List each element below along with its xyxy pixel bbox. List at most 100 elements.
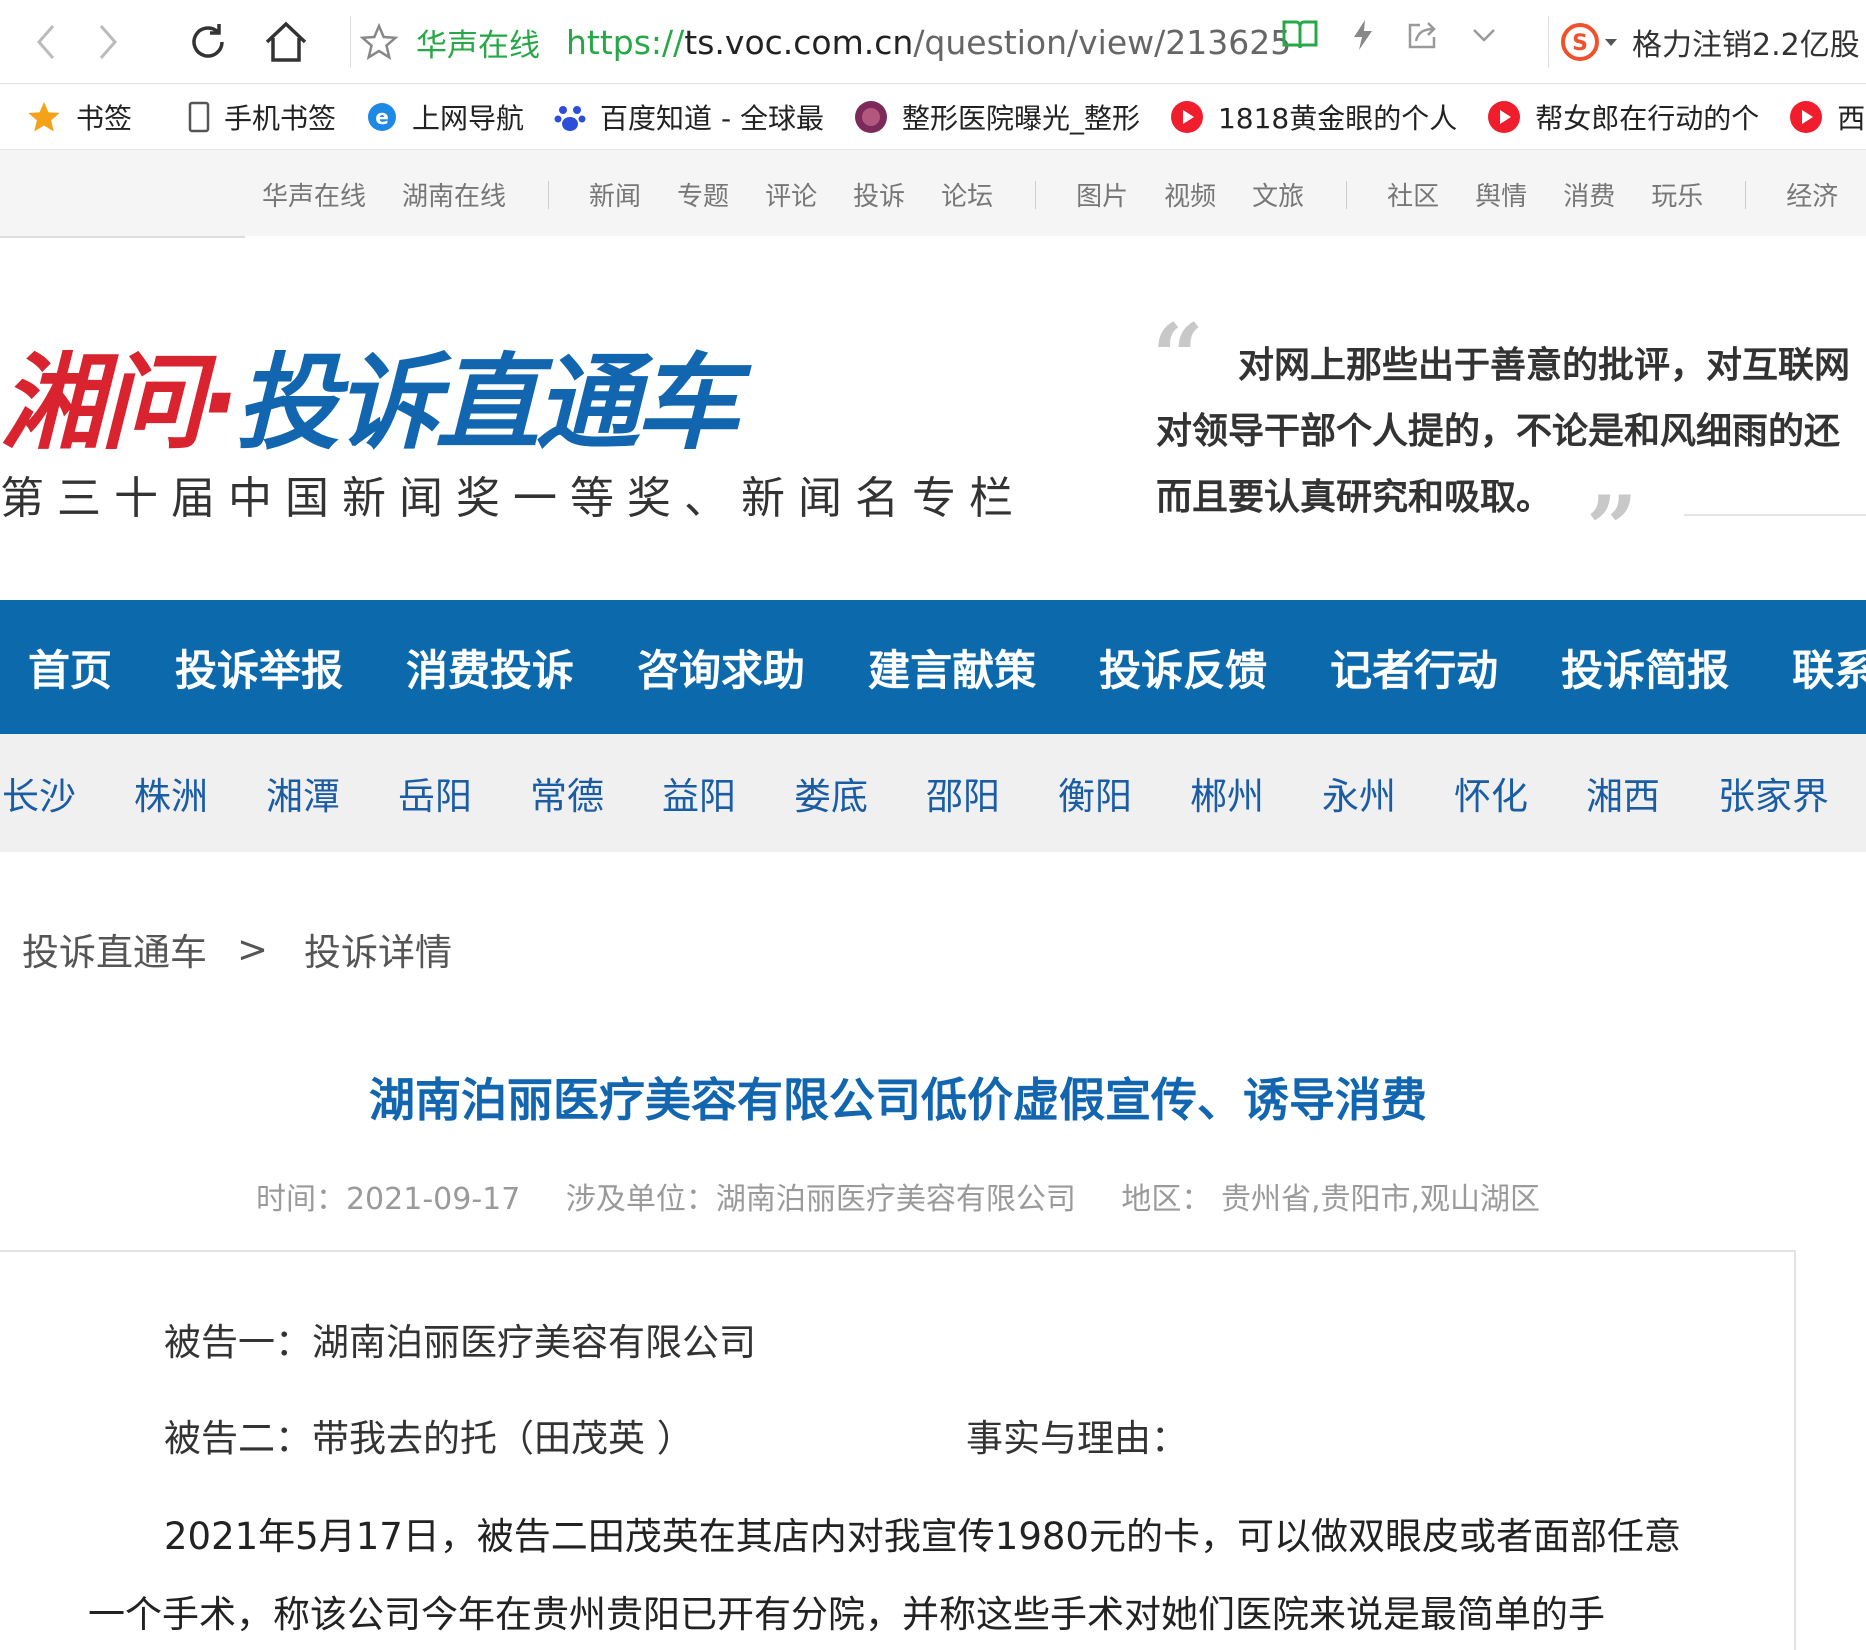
article-title: 湖南泊丽医疗美容有限公司低价虚假宣传、诱导消费 [369, 1073, 1427, 1127]
bookmark-label: 书签 [76, 101, 133, 135]
bookmark-item[interactable]: 1818黄金眼的个人 [1170, 97, 1457, 137]
city-link[interactable]: 湘潭 [266, 766, 340, 820]
site-top-nav-links: 华声在线 湖南在线 新闻 专题 评论 投诉 论坛 图片 视频 文旅 社区 舆情 … [262, 176, 1866, 213]
phone-icon [188, 101, 210, 133]
mainnav-item-suggest[interactable]: 建言献策 [868, 637, 1036, 698]
topnav-link[interactable]: 玩乐 [1651, 176, 1703, 213]
defendant-2: 被告二：带我去的托（田茂英 ） [164, 1417, 694, 1460]
article-meta: 时间：2021-09-17 涉及单位：湖南泊丽医疗美容有限公司 地区： 贵州省,… [0, 1174, 1796, 1218]
breadcrumb: 投诉直通车 > 投诉详情 [22, 922, 452, 976]
star-icon[interactable] [360, 23, 398, 61]
bookmarks-bar: 书签 手机书签 e 上网导航 百度知道 - 全球最 整形医院曝光_整形 1818… [0, 84, 1866, 150]
url-text[interactable]: https://ts.voc.com.cn/question/view/2136… [566, 23, 1346, 62]
bookmark-item[interactable]: 书签 [26, 97, 132, 137]
facts-label: 事实与理由： [966, 1417, 1188, 1460]
mainnav-item-feedback[interactable]: 投诉反馈 [1099, 637, 1267, 698]
quote-line-1: 对网上那些出于善意的批评，对互联网 [1238, 344, 1851, 386]
bookmark-item[interactable]: 整形医院曝光_整形 [854, 97, 1140, 137]
bookmark-item[interactable]: 手机书签 [188, 97, 336, 137]
topnav-link[interactable]: 华声在线 [262, 176, 366, 213]
mainnav-item-consult[interactable]: 咨询求助 [637, 637, 805, 698]
bookmark-item[interactable]: e 上网导航 [366, 97, 524, 137]
video-play-icon [1487, 100, 1521, 134]
url-host: ts.voc.com.cn [684, 22, 914, 62]
defendant-1: 被告一：湖南泊丽医疗美容有限公司 [164, 1321, 756, 1364]
quote-line-2: 对领导干部个人提的，不论是和风细雨的还 [1156, 410, 1841, 452]
topnav-link[interactable]: 评论 [765, 176, 817, 213]
topnav-divider [1035, 180, 1037, 209]
city-link[interactable]: 邵阳 [926, 766, 1000, 820]
topnav-link[interactable]: 视频 [1164, 176, 1216, 213]
svg-text:S: S [1572, 31, 1588, 56]
city-link[interactable]: 常德 [530, 766, 604, 820]
sogou-search-icon[interactable]: S [1560, 22, 1618, 62]
topnav-divider [548, 180, 550, 209]
mainnav-item-report[interactable]: 投诉举报 [175, 637, 343, 698]
mainnav-item-reporter[interactable]: 记者行动 [1330, 637, 1498, 698]
article-time: 时间：2021-09-17 [255, 1182, 521, 1217]
share-icon[interactable] [1406, 19, 1440, 55]
topnav-link[interactable]: 图片 [1076, 176, 1128, 213]
city-link[interactable]: 益阳 [662, 766, 736, 820]
topnav-divider [1346, 180, 1348, 209]
city-link[interactable]: 永州 [1322, 766, 1396, 820]
chevron-right-icon [99, 25, 117, 59]
topnav-link[interactable]: 消费 [1563, 176, 1615, 213]
bookmark-label: 1818黄金眼的个人 [1217, 101, 1458, 135]
breadcrumb-home[interactable]: 投诉直通车 [22, 922, 207, 976]
city-link[interactable]: 岳阳 [398, 766, 472, 820]
quote-line-3: 而且要认真研究和吸取。 [1156, 476, 1553, 518]
site-top-nav: 华声在线 湖南在线 新闻 专题 评论 投诉 论坛 图片 视频 文旅 社区 舆情 … [0, 150, 1866, 238]
topnav-link[interactable]: 舆情 [1475, 176, 1527, 213]
back-button[interactable] [18, 14, 74, 70]
mainnav-item-home[interactable]: 首页 [28, 637, 112, 698]
bookmark-item[interactable]: 帮女郎在行动的个 [1487, 97, 1759, 137]
search-engine-box[interactable]: S 格力注销2.2亿股 [1560, 10, 1860, 74]
city-link[interactable]: 长沙 [2, 766, 76, 820]
topnav-link[interactable]: 专题 [677, 176, 729, 213]
site-identity: 华声在线 [416, 27, 540, 64]
bookmark-label: 手机书签 [224, 101, 337, 135]
forward-button[interactable] [80, 14, 136, 70]
city-link[interactable]: 怀化 [1454, 766, 1528, 820]
address-bar-actions [1280, 18, 1498, 56]
home-button[interactable] [258, 14, 314, 70]
topnav-link[interactable]: 新闻 [589, 176, 641, 213]
city-link[interactable]: 娄底 [794, 766, 868, 820]
topnav-link[interactable]: 经济 [1786, 176, 1838, 213]
city-link[interactable]: 湘西 [1586, 766, 1660, 820]
topnav-link[interactable]: 湖南在线 [402, 176, 506, 213]
breadcrumb-separator: > [237, 927, 269, 971]
city-link[interactable]: 株洲 [134, 766, 208, 820]
mainnav-item-briefing[interactable]: 投诉简报 [1561, 637, 1729, 698]
reader-mode-icon[interactable] [1280, 18, 1320, 56]
article-body-line-1: 2021年5月17日，被告二田茂英在其店内对我宣传1980元的卡，可以做双眼皮或… [164, 1515, 1681, 1558]
quote-divider [1684, 514, 1866, 516]
city-link[interactable]: 张家界 [1718, 766, 1829, 820]
topnav-underline [0, 236, 245, 238]
bookmark-label: 帮女郎在行动的个 [1535, 101, 1760, 135]
quote-open-icon: “ [1152, 304, 1204, 410]
mainnav-item-consumer[interactable]: 消费投诉 [406, 637, 574, 698]
article-region: 地区： 贵州省,贵阳市,观山湖区 [1121, 1182, 1541, 1217]
quote-close-icon: ” [1586, 476, 1638, 582]
site-logo[interactable]: 湘问·投诉直通车 [0, 318, 740, 469]
video-play-icon [1789, 100, 1823, 134]
bookmark-label: 上网导航 [412, 101, 525, 135]
bookmark-label: 西瓜视 [1837, 101, 1866, 135]
city-link[interactable]: 衡阳 [1058, 766, 1132, 820]
mainnav-item-contact[interactable]: 联系我们 [1792, 637, 1866, 698]
topnav-link[interactable]: 论坛 [941, 176, 993, 213]
chevron-down-icon[interactable] [1470, 25, 1498, 49]
topnav-link[interactable]: 社区 [1387, 176, 1439, 213]
svg-text:e: e [375, 105, 389, 129]
search-suggest-text[interactable]: 格力注销2.2亿股 [1632, 20, 1860, 64]
reload-button[interactable] [180, 14, 236, 70]
topnav-link[interactable]: 文旅 [1252, 176, 1304, 213]
bookmark-item[interactable]: 百度知道 - 全球最 [554, 97, 824, 137]
topnav-link[interactable]: 投诉 [853, 176, 905, 213]
lightning-icon[interactable] [1350, 18, 1376, 56]
city-link[interactable]: 郴州 [1190, 766, 1264, 820]
bookmark-item[interactable]: 西瓜视 [1789, 97, 1866, 137]
url-protocol: https:// [566, 22, 685, 62]
